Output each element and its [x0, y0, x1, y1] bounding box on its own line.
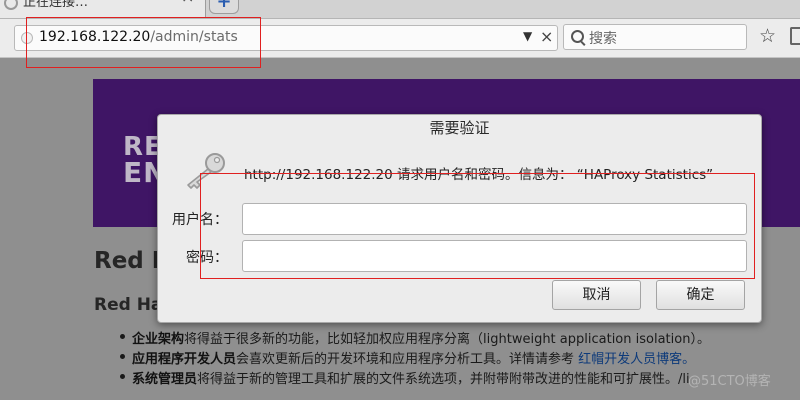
url-history-dropdown-icon[interactable]: ▼	[523, 29, 532, 43]
tab-close-icon[interactable]: ×	[181, 0, 194, 6]
cancel-button[interactable]: 取消	[552, 280, 641, 310]
search-input[interactable]: 搜索	[563, 24, 747, 50]
list-item-bold: 系统管理员	[132, 372, 198, 387]
tab-title: 正在连接…	[23, 0, 89, 10]
watermark: @51CTO博客	[688, 374, 771, 389]
stop-loading-icon[interactable]: ×	[540, 27, 553, 46]
spinner-icon	[4, 0, 18, 10]
tab-active[interactable]: 正在连接… ×	[0, 0, 206, 18]
new-tab-button[interactable]: +	[209, 0, 239, 14]
ok-button[interactable]: 确定	[656, 280, 745, 310]
tab-bar: 正在连接… × +	[0, 0, 800, 18]
list-item-text: 将得益于很多新的功能，比如轻加权应用程序分离（lightweight appli…	[184, 332, 710, 347]
page-subheading: Red Ha	[94, 295, 163, 315]
dialog-title: 需要验证	[429, 119, 490, 137]
star-icon[interactable]: ☆	[759, 25, 776, 47]
annotation-box-url	[26, 17, 261, 68]
search-placeholder: 搜索	[589, 31, 617, 47]
list-item-text: 将得益于新的管理工具和扩展的文件系统选项，并附带附带改进的性能和可扩展性。/li	[197, 372, 690, 387]
bookmarks-icon[interactable]	[790, 27, 800, 45]
annotation-box-fields	[200, 173, 755, 279]
list-item-bold: 企业架构	[132, 332, 185, 347]
list-item-text: 会喜欢更新后的开发环境和应用程序分析工具。详情请参考	[236, 352, 579, 367]
list-item-bold: 应用程序开发人员	[132, 352, 237, 367]
search-icon	[571, 30, 584, 43]
developer-blog-link[interactable]: 红帽开发人员博客。	[578, 352, 695, 367]
